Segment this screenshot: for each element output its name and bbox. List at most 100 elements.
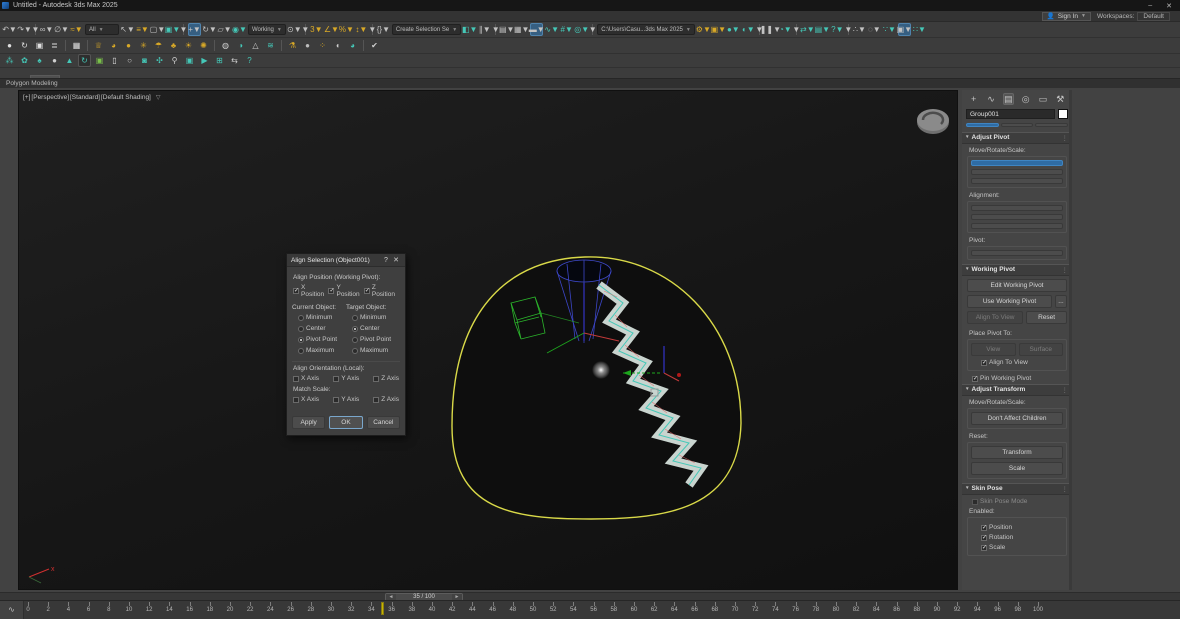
separator[interactable] [214,40,215,51]
current-object-radio[interactable]: Center [298,325,346,332]
render-production-icon[interactable]: ●▼ [727,23,740,36]
render-iterative-icon[interactable]: ◐▼ [742,23,755,36]
sun-light-icon[interactable]: ☀ [182,39,195,52]
green-square-icon[interactable]: ▣ [93,54,106,67]
lamp-icon[interactable]: ⚲ [168,54,181,67]
menu-item[interactable] [56,11,70,22]
current-object-radio[interactable]: Minimum [298,314,346,321]
position-checkbox[interactable]: Y Position [328,284,363,298]
alignment-button[interactable] [971,205,1063,211]
window-crossing-icon[interactable]: ▣▼ [166,23,179,36]
angle-snap-icon[interactable]: ∠▼ [325,23,338,36]
mini-curve-editor-button[interactable]: ∿ [0,601,24,619]
hierarchy-subtab[interactable] [1001,123,1034,127]
rollout-header[interactable]: Skin Pose⋮ [962,483,1072,495]
toggle-ribbon-icon[interactable]: ▬▼ [530,23,543,36]
plant-icon[interactable]: ♠ [33,54,46,67]
play-box-icon[interactable]: ▶ [198,54,211,67]
light-goblet-icon[interactable]: ♕ [92,39,105,52]
color-dots-icon[interactable]: ⁘ [316,39,329,52]
create-tab[interactable]: + [968,93,979,105]
rollout-header[interactable]: Adjust Pivot⋮ [962,132,1072,144]
sphere-gray-icon[interactable]: ◍ [219,39,232,52]
menu-item[interactable] [126,11,140,22]
menu-item[interactable] [196,11,210,22]
circle-arrow-icon[interactable]: ↻ [78,54,91,67]
separator[interactable] [363,40,364,51]
menu-item[interactable] [28,11,42,22]
gray-ball-icon[interactable]: ● [301,39,314,52]
tree-icon[interactable]: ▲ [63,54,76,67]
menu-item[interactable] [98,11,112,22]
select-and-scale-icon[interactable]: ▱▼ [218,23,231,36]
pinwheel-icon[interactable]: ✣ [153,54,166,67]
dont-affect-children-button[interactable]: Don't Affect Children [971,412,1063,425]
layers-icon[interactable]: ≋ [264,39,277,52]
menu-item[interactable] [0,11,14,22]
separator[interactable] [281,40,282,51]
grid-dots-icon[interactable]: ∷▼ [913,23,926,36]
perspective-viewport[interactable]: [+] [Perspective] [Standard] [Default Sh… [18,90,958,590]
menu-item[interactable] [224,11,238,22]
redo-icon[interactable]: ↷▼ [18,23,31,36]
apply-button[interactable]: Apply [292,416,325,429]
object-name-field[interactable]: Group001 [966,109,1055,119]
toggle-layer-explorer-icon[interactable]: ▦▼ [515,23,528,36]
curve-editor-icon[interactable]: ∿▼ [545,23,558,36]
separator[interactable]: ▼ [372,24,373,35]
menu-item[interactable] [112,11,126,22]
area-light-icon[interactable]: ♣ [167,39,180,52]
viewport-menu-plus[interactable]: [+] [23,94,30,101]
select-and-link-icon[interactable]: ∞▼ [40,23,53,36]
select-and-rotate-icon[interactable]: ↻▼ [203,23,216,36]
swap-arrows-icon[interactable]: ⇆ [228,54,241,67]
scene-converter-icon[interactable]: ⇄▼ [801,23,814,36]
rendered-frame-window-icon[interactable]: ▣▼ [712,23,725,36]
teal-square-icon[interactable]: ▣ [183,54,196,67]
swirl-icon[interactable]: ◕ [346,39,359,52]
separator[interactable]: ▼ [495,24,496,35]
target-object-radio[interactable]: Pivot Point [352,336,400,343]
place-surface-button[interactable]: Surface [1019,343,1064,356]
viewport-filter-icon[interactable]: ▽ [156,94,161,101]
close-button[interactable]: ✕ [1166,2,1172,10]
separator[interactable]: ▼ [592,24,593,35]
redo-render-icon[interactable]: ↻ [18,39,31,52]
cone-icon[interactable]: △ [249,39,262,52]
pin-working-pivot-checkbox[interactable]: Pin Working Pivot [972,375,1072,382]
film-camera-icon[interactable]: ▦ [70,39,83,52]
target-object-radio[interactable]: Maximum [352,347,400,354]
alignment-button[interactable] [971,214,1063,220]
render-list-icon[interactable]: ≣ [48,39,61,52]
panel-scrollbar[interactable] [1069,90,1072,590]
current-frame-marker[interactable] [381,602,384,615]
wheel-light-icon[interactable]: ✳ [137,39,150,52]
current-object-radio[interactable]: Pivot Point [298,336,346,343]
render-in-cloud-icon[interactable]: ◔▼ [779,23,792,36]
track-bar[interactable]: ∿ 02468101214161820222426283032343638404… [0,600,1180,619]
menu-item[interactable] [14,11,28,22]
select-by-name-icon[interactable]: ≡▼ [136,23,149,36]
page-icon[interactable]: ▯ [108,54,121,67]
menu-item[interactable] [168,11,182,22]
position-checkbox[interactable]: Z Position [364,284,399,298]
camera-icon[interactable]: ▣ [33,39,46,52]
paint-pair-icon[interactable]: ⁂ [3,54,16,67]
snap-dots-icon[interactable]: ∵▼ [883,23,896,36]
scale-checkbox[interactable]: Y Axis [333,396,359,403]
sphere-teal-icon[interactable]: ◑ [234,39,247,52]
viewport-menu-renderer[interactable]: [Standard] [70,94,100,101]
pivot-mode-button[interactable] [971,160,1063,166]
skin-pose-checkbox[interactable]: Scale [981,544,1063,551]
bind-to-space-warp-icon[interactable]: ≈▼ [70,23,83,36]
working-pivot-options-button[interactable]: ... [1055,295,1067,308]
rollout-header[interactable]: Working Pivot⋮ [962,264,1072,276]
separator[interactable] [87,40,88,51]
time-slider-track[interactable]: ◄ 35 / 100 ► [0,592,1180,600]
dialog-title-bar[interactable]: Align Selection (Object001) ? ✕ [287,254,405,267]
position-checkbox[interactable]: X Position [293,284,328,298]
ok-button[interactable]: OK [329,416,362,429]
hierarchy-subtab[interactable] [1035,123,1068,127]
menu-item[interactable] [154,11,168,22]
menu-item[interactable] [182,11,196,22]
